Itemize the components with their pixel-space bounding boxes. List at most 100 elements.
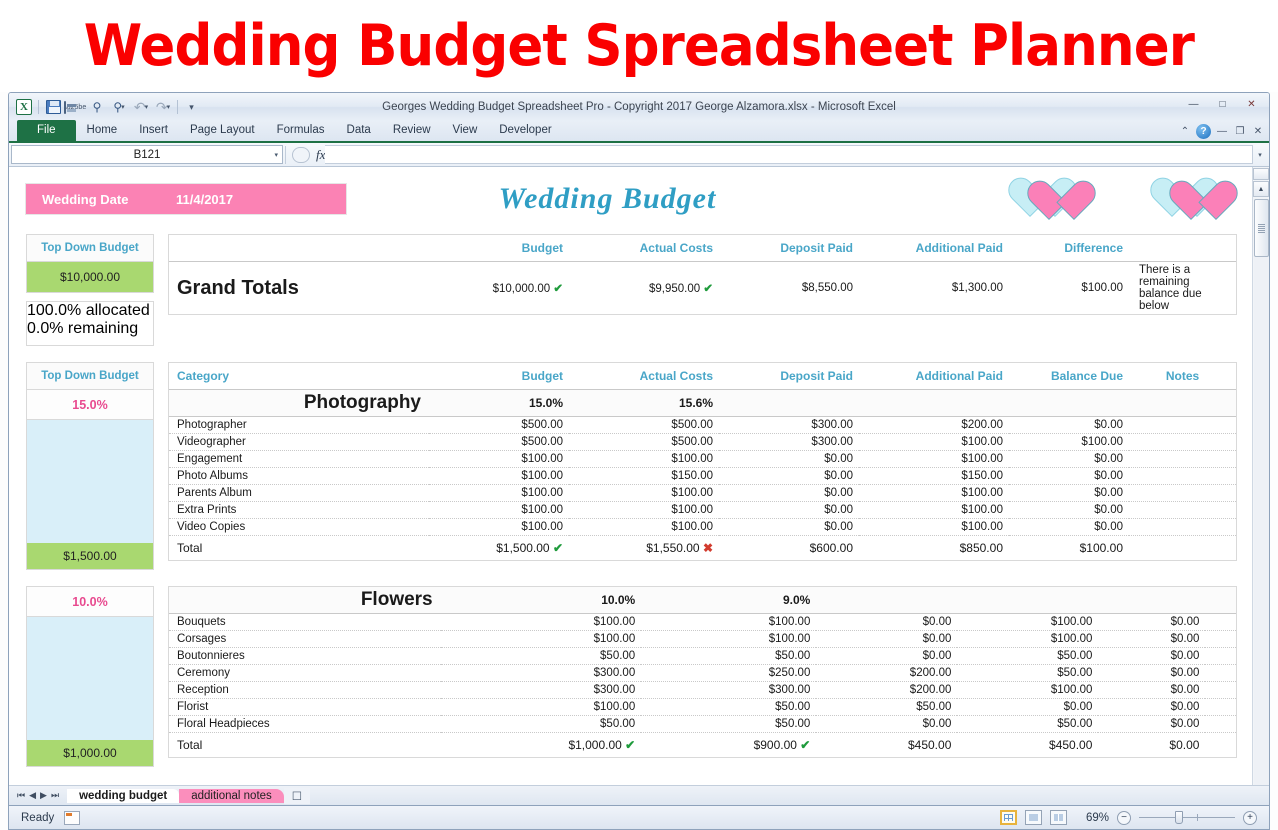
quick-access-toolbar[interactable]: X \u25be ⚲ ⚲ ▾ ↶ ▾ ↷ ▾ ▾ xyxy=(9,96,202,118)
workbook-close-button[interactable]: ✕ xyxy=(1251,126,1265,137)
table-row[interactable]: Engagement $100.00 $100.00 $0.00 $100.00… xyxy=(169,450,1236,468)
table-row[interactable]: Extra Prints $100.00 $100.00 $0.00 $100.… xyxy=(169,501,1236,519)
table-row[interactable]: Corsages $100.00 $100.00 $0.00 $100.00 $… xyxy=(169,630,1236,648)
table-row[interactable]: Floral Headpieces $50.00 $50.00 $0.00 $5… xyxy=(169,715,1236,733)
prev-sheet-icon[interactable]: ◀ xyxy=(29,790,36,801)
vertical-scrollbar[interactable]: ▲ xyxy=(1252,167,1269,785)
section-0-blue-fill[interactable] xyxy=(27,420,153,543)
table-row[interactable]: Florist $100.00 $50.00 $50.00 $0.00 $0.0… xyxy=(169,698,1236,716)
last-sheet-icon[interactable]: ⏭ xyxy=(51,790,59,801)
section-1-blue-fill[interactable] xyxy=(27,617,153,740)
table-row[interactable]: Parents Album $100.00 $100.00 $0.00 $100… xyxy=(169,484,1236,502)
section-1-title-row: Flowers 10.0% 9.0% xyxy=(169,587,1236,614)
page-layout-view-button[interactable] xyxy=(1025,810,1042,825)
split-handle[interactable] xyxy=(1253,168,1269,180)
grand-top-down-budget-value[interactable]: $10,000.00 xyxy=(27,262,153,292)
help-icon[interactable]: ? xyxy=(1196,124,1211,139)
insert-function-group-icon[interactable] xyxy=(292,146,310,163)
zoom-slider[interactable] xyxy=(1139,811,1235,824)
tab-review[interactable]: Review xyxy=(382,120,442,141)
row-notes[interactable] xyxy=(1205,698,1236,716)
collapse-ribbon-icon[interactable]: ⌃ xyxy=(1178,126,1192,137)
tab-developer[interactable]: Developer xyxy=(488,120,562,141)
restore-button[interactable]: □ xyxy=(1209,95,1236,113)
table-row[interactable]: Photo Albums $100.00 $150.00 $0.00 $150.… xyxy=(169,467,1236,485)
section-1: 10.0% $1,000.00 Flowers 10.0% 9.0% Bouqu… xyxy=(25,585,1238,768)
insert-function-icon[interactable]: fx xyxy=(316,147,325,163)
zoom-level[interactable]: 69% xyxy=(1075,812,1109,824)
redo-icon[interactable]: ↷ ▾ xyxy=(153,97,173,117)
row-notes[interactable] xyxy=(1205,630,1236,648)
tab-page-layout[interactable]: Page Layout xyxy=(179,120,266,141)
worksheet-title: Wedding Budget xyxy=(498,182,717,215)
sheet-nav-buttons[interactable]: ⏮ ◀ ▶ ⏭ xyxy=(13,790,67,801)
print-preview-icon[interactable]: \u25be xyxy=(63,97,86,117)
table-row[interactable]: Photographer $500.00 $500.00 $300.00 $20… xyxy=(169,416,1236,434)
sheet-tab-bar[interactable]: ⏮ ◀ ▶ ⏭ wedding budget additional notes … xyxy=(9,785,1269,805)
expand-formula-bar-icon[interactable]: ▾ xyxy=(1253,151,1267,159)
save-icon[interactable] xyxy=(43,97,63,117)
minimize-button[interactable]: — xyxy=(1180,95,1207,113)
row-notes[interactable] xyxy=(1205,613,1236,631)
first-sheet-icon[interactable]: ⏮ xyxy=(17,790,25,801)
scrollbar-thumb[interactable] xyxy=(1253,199,1269,257)
tab-formulas[interactable]: Formulas xyxy=(266,120,336,141)
row-notes[interactable] xyxy=(1129,433,1236,451)
next-sheet-icon[interactable]: ▶ xyxy=(40,790,47,801)
row-notes[interactable] xyxy=(1205,664,1236,682)
sheet-tab-wedding-budget[interactable]: wedding budget xyxy=(67,788,180,803)
scrollbar-track[interactable] xyxy=(1253,257,1269,785)
page-break-view-button[interactable] xyxy=(1050,810,1067,825)
worksheet[interactable]: Wedding Date 11/4/2017 Wedding Budget To… xyxy=(9,167,1252,785)
find-icon[interactable]: ⚲ xyxy=(87,97,107,117)
workbook-restore-button[interactable]: ❐ xyxy=(1233,126,1247,137)
normal-view-button[interactable] xyxy=(1000,810,1017,825)
table-row[interactable]: Ceremony $300.00 $250.00 $200.00 $50.00 … xyxy=(169,664,1236,682)
insert-worksheet-icon[interactable]: ☐ xyxy=(283,787,311,804)
row-notes[interactable] xyxy=(1129,450,1236,468)
window-controls[interactable]: — □ ✕ xyxy=(1180,95,1265,113)
tab-view[interactable]: View xyxy=(442,120,489,141)
sheet-area: Wedding Date 11/4/2017 Wedding Budget To… xyxy=(9,167,1269,785)
tab-insert[interactable]: Insert xyxy=(128,120,179,141)
table-row[interactable]: Reception $300.00 $300.00 $200.00 $100.0… xyxy=(169,681,1236,699)
row-notes[interactable] xyxy=(1205,681,1236,699)
close-button[interactable]: ✕ xyxy=(1238,95,1265,113)
name-box-dropdown-icon[interactable]: ▾ xyxy=(274,151,278,159)
grand-col-blank xyxy=(169,235,429,262)
table-row[interactable]: Bouquets $100.00 $100.00 $0.00 $100.00 $… xyxy=(169,613,1236,631)
row-notes[interactable] xyxy=(1129,416,1236,434)
macro-record-icon[interactable] xyxy=(64,810,81,825)
row-actual: $250.00 xyxy=(641,664,817,682)
name-box[interactable]: B121 ▾ xyxy=(11,145,283,164)
excel-logo-icon[interactable]: X xyxy=(14,97,34,117)
scroll-up-button[interactable]: ▲ xyxy=(1253,181,1269,197)
formula-bar-buttons[interactable]: fx xyxy=(288,146,325,163)
zoom-out-button[interactable]: − xyxy=(1117,810,1131,825)
row-actual: $50.00 xyxy=(641,647,817,665)
ribbon-window-controls[interactable]: ⌃ ? — ❐ ✕ xyxy=(1178,124,1265,139)
row-notes[interactable] xyxy=(1205,647,1236,665)
tab-data[interactable]: Data xyxy=(336,120,382,141)
find-options-icon[interactable]: ⚲ ▾ xyxy=(109,97,129,117)
row-notes[interactable] xyxy=(1129,518,1236,536)
status-right[interactable]: 69% − + xyxy=(1000,810,1269,825)
row-notes[interactable] xyxy=(1129,467,1236,485)
table-row[interactable]: Boutonnieres $50.00 $50.00 $0.00 $50.00 … xyxy=(169,647,1236,665)
table-row[interactable]: Videographer $500.00 $500.00 $300.00 $10… xyxy=(169,433,1236,451)
table-row[interactable]: Video Copies $100.00 $100.00 $0.00 $100.… xyxy=(169,518,1236,536)
row-notes[interactable] xyxy=(1129,484,1236,502)
zoom-slider-thumb[interactable] xyxy=(1175,811,1183,824)
sheet-tab-additional-notes[interactable]: additional notes xyxy=(179,788,284,803)
tab-file[interactable]: File xyxy=(17,120,76,141)
row-notes[interactable] xyxy=(1129,501,1236,519)
customize-qat-icon[interactable]: ▾ xyxy=(182,97,202,117)
formula-input[interactable] xyxy=(325,145,1253,164)
tab-home[interactable]: Home xyxy=(76,120,129,141)
undo-icon[interactable]: ↶ ▾ xyxy=(131,97,151,117)
zoom-in-button[interactable]: + xyxy=(1243,810,1257,825)
row-notes[interactable] xyxy=(1205,715,1236,733)
wedding-date-box[interactable]: Wedding Date 11/4/2017 xyxy=(25,183,347,215)
ribbon-tabs[interactable]: File Home Insert Page Layout Formulas Da… xyxy=(9,120,1269,143)
workbook-minimize-button[interactable]: — xyxy=(1215,126,1229,137)
